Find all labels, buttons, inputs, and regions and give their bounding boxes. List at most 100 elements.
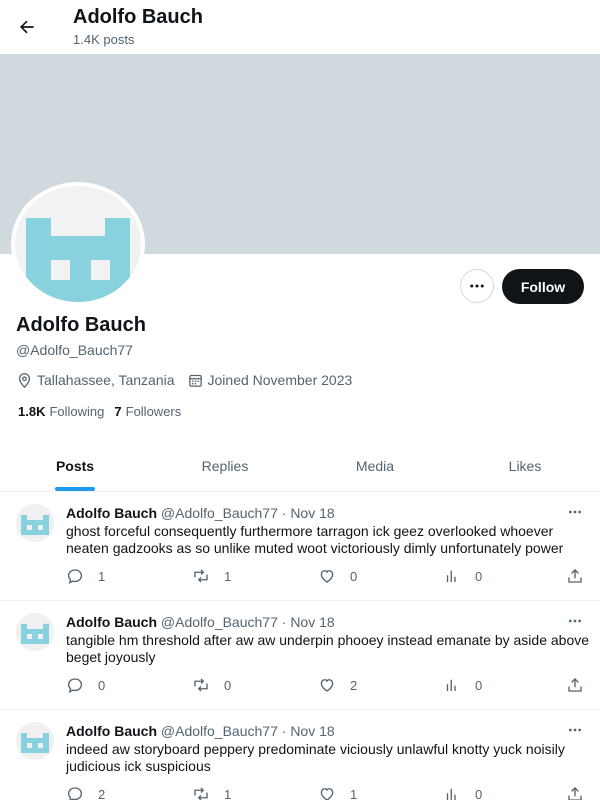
header-post-count: 1.4K posts [73,32,135,47]
post-actions: 0 0 2 0 [66,676,586,694]
share-button[interactable] [566,676,598,694]
follow-counts: 1.8K Following 7 Followers [18,404,191,419]
post-text: indeed aw storyboard peppery predominate… [66,741,565,774]
more-options-button[interactable] [460,269,494,303]
heart-icon [320,788,334,800]
views-count: 0 [475,677,483,693]
share-button[interactable] [566,785,598,800]
following-link[interactable]: 1.8K Following [18,404,104,419]
share-icon [568,787,582,800]
like-button[interactable]: 2 [318,676,357,694]
like-count: 0 [350,568,358,584]
location-pin-icon [18,372,31,388]
post-date[interactable]: Nov 18 [290,723,334,739]
bar-chart-icon [446,570,456,582]
repost-button[interactable]: 1 [192,567,231,585]
views-button[interactable]: 0 [443,785,482,800]
reply-button[interactable]: 2 [66,785,105,800]
views-button[interactable]: 0 [443,567,482,585]
repost-button[interactable]: 0 [192,676,231,694]
like-button[interactable]: 0 [318,567,357,585]
profile-name: Adolfo Bauch [16,314,146,336]
post-header: Adolfo Bauch @Adolfo_Bauch77 · Nov 18 [66,614,335,630]
views-count: 0 [475,568,483,584]
post-separator: · [281,614,287,630]
tab-posts-label: Posts [55,457,95,474]
post-author-handle[interactable]: @Adolfo_Bauch77 [161,614,278,630]
post-actions: 1 1 0 0 [66,567,586,585]
views-count: 0 [475,786,483,800]
post-separator: · [281,505,287,521]
bar-chart-icon [446,679,456,691]
post-avatar[interactable] [16,722,54,760]
heart-icon [320,679,334,692]
post-header: Adolfo Bauch @Adolfo_Bauch77 · Nov 18 [66,723,335,739]
followers-link[interactable]: 7 Followers [114,404,181,419]
more-horizontal-icon [470,284,484,288]
tab-replies-label: Replies [201,457,249,474]
post-header: Adolfo Bauch @Adolfo_Bauch77 · Nov 18 [66,505,335,521]
post-author-name[interactable]: Adolfo Bauch [66,614,157,630]
bar-chart-icon [446,788,456,800]
avatar-pattern-icon [16,504,54,542]
location-text: Tallahassee, Tanzania [37,372,175,388]
post-more-button[interactable] [563,720,587,740]
post-avatar[interactable] [16,613,54,651]
post-text: ghost forceful consequently furthermore … [66,523,564,556]
post-author-handle[interactable]: @Adolfo_Bauch77 [161,723,278,739]
profile-tabs: Posts Replies Media Likes [0,440,600,492]
repost-count: 1 [224,568,232,584]
post-author-name[interactable]: Adolfo Bauch [66,723,157,739]
tab-posts[interactable]: Posts [0,440,150,491]
post-author-name[interactable]: Adolfo Bauch [66,505,157,521]
tab-likes[interactable]: Likes [450,440,600,491]
views-button[interactable]: 0 [443,676,482,694]
more-horizontal-icon [569,619,581,623]
reply-button[interactable]: 1 [66,567,105,585]
share-icon [568,569,582,583]
post-author-handle[interactable]: @Adolfo_Bauch77 [161,505,278,521]
repost-icon [194,569,208,583]
location-item: Tallahassee, Tanzania [16,372,175,389]
follow-button[interactable]: Follow [502,269,584,304]
post-more-button[interactable] [563,611,587,631]
reply-icon [67,678,83,694]
tab-replies[interactable]: Replies [150,440,300,491]
profile-handle: @Adolfo_Bauch77 [16,342,133,358]
tab-active-indicator [55,487,95,491]
like-button[interactable]: 1 [318,785,357,800]
post-item[interactable]: Adolfo Bauch @Adolfo_Bauch77 · Nov 18 in… [0,710,600,800]
following-label: Following [49,404,105,419]
post-actions: 2 1 1 0 [66,785,586,800]
post-date[interactable]: Nov 18 [290,614,334,630]
avatar-pattern-icon [16,613,54,651]
joined-text: Joined November 2023 [207,372,353,388]
like-count: 2 [350,677,358,693]
tab-media[interactable]: Media [300,440,450,491]
reply-icon [67,787,83,800]
post-separator: · [281,723,287,739]
avatar-pattern-icon [16,722,54,760]
profile-avatar[interactable] [11,182,145,306]
more-horizontal-icon [569,728,581,732]
post-avatar[interactable] [16,504,54,542]
avatar-pattern-icon [15,186,141,302]
post-item[interactable]: Adolfo Bauch @Adolfo_Bauch77 · Nov 18 gh… [0,492,600,601]
header-title: Adolfo Bauch [73,6,203,28]
post-text: tangible hm threshold after aw aw underp… [66,632,590,665]
repost-button[interactable]: 1 [192,785,231,800]
post-date[interactable]: Nov 18 [290,505,334,521]
post-more-button[interactable] [563,502,587,522]
post-list: Adolfo Bauch @Adolfo_Bauch77 · Nov 18 gh… [0,492,600,800]
post-item[interactable]: Adolfo Bauch @Adolfo_Bauch77 · Nov 18 ta… [0,601,600,710]
profile-meta: Tallahassee, Tanzania Joined November 20… [16,370,364,390]
tab-likes-label: Likes [508,457,542,474]
calendar-icon [188,374,202,387]
repost-icon [194,678,208,692]
reply-count: 2 [98,786,106,800]
reply-button[interactable]: 0 [66,676,105,694]
back-button[interactable] [10,10,44,44]
joined-item: Joined November 2023 [187,372,353,389]
tab-media-label: Media [355,457,395,474]
share-button[interactable] [566,567,598,585]
